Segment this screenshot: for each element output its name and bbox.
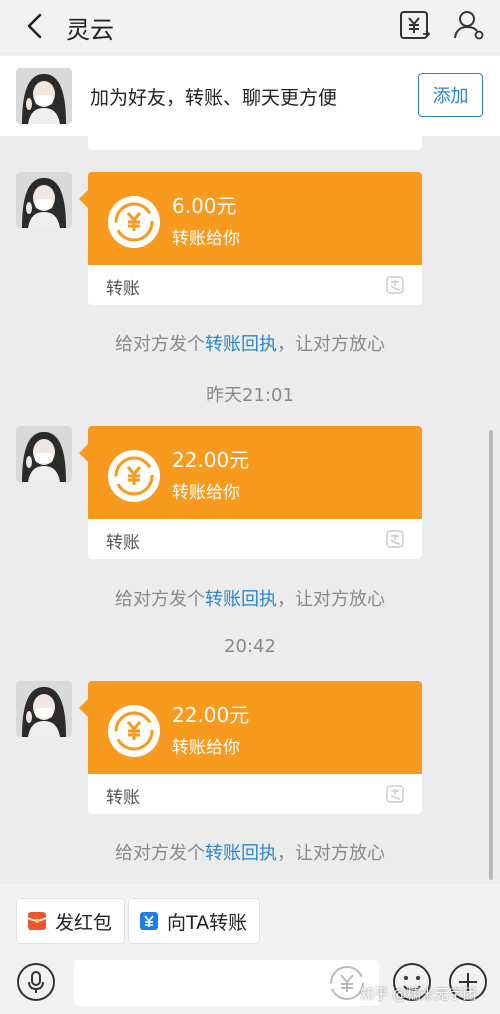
transfer-to-ta-button[interactable]: 向TA转账 [128, 898, 261, 944]
receipt-hint: 给对方发个转账回执，让对方放心 [115, 589, 385, 610]
red-packet-icon [27, 912, 47, 930]
yuan-transfer-icon [108, 196, 160, 248]
receipt-link[interactable]: 转账回执 [205, 843, 277, 864]
avatar[interactable] [16, 426, 72, 482]
transfer-subtitle: 转账给你 [172, 483, 240, 503]
card-header: 22.00元 转账给你 [79, 681, 422, 774]
banner-text: 加为好友，转账、聊天更方便 [90, 87, 338, 109]
alipay-logo-icon [386, 785, 404, 803]
add-friend-banner: 加为好友，转账、聊天更方便 添加 [0, 56, 500, 136]
yuan-transfer-icon [400, 11, 431, 39]
receipt-link[interactable]: 转账回执 [205, 589, 277, 610]
page-title: 灵云 [66, 16, 114, 44]
avatar[interactable] [16, 172, 72, 228]
avatar[interactable] [16, 68, 72, 124]
transfer-subtitle: 转账给你 [172, 229, 240, 249]
microphone-icon [17, 963, 55, 1001]
alipay-logo-icon [386, 530, 404, 548]
transfer-amount: 22.00元 [172, 448, 250, 472]
chat-header: 灵云 [0, 0, 500, 52]
voice-button[interactable] [16, 962, 56, 1002]
back-button[interactable] [20, 12, 48, 40]
transfer-message-card[interactable]: 22.00元 转账给你 转账 [79, 681, 422, 814]
transfer-message-card[interactable]: 6.00元 转账给你 转账 [79, 172, 422, 305]
card-footer: 转账 [88, 265, 422, 305]
receipt-hint: 给对方发个转账回执，让对方放心 [115, 334, 385, 355]
card-footer: 转账 [88, 774, 422, 814]
transfer-button[interactable] [398, 8, 432, 42]
transfer-message-card[interactable]: 22.00元 转账给你 转账 [79, 426, 422, 559]
chevron-left-icon [27, 13, 42, 39]
transfer-amount: 6.00元 [172, 194, 237, 218]
alipay-logo-icon [386, 276, 404, 294]
person-icon [454, 11, 484, 40]
card-footer: 转账 [88, 519, 422, 559]
red-packet-label: 发红包 [55, 911, 113, 934]
profile-button[interactable] [452, 8, 486, 42]
watermark: 知乎 @糯米无字团 [360, 987, 477, 1003]
scrollbar[interactable] [489, 430, 493, 880]
add-friend-button[interactable]: 添加 [418, 73, 483, 117]
previous-message-card [88, 136, 422, 150]
transfer-subtitle: 转账给你 [172, 738, 240, 758]
timestamp: 昨天21:01 [206, 385, 294, 406]
yuan-transfer-icon [140, 912, 158, 930]
card-header: 6.00元 转账给你 [79, 172, 422, 265]
timestamp: 20:42 [224, 636, 276, 657]
transfer-to-ta-label: 向TA转账 [167, 911, 248, 934]
receipt-link[interactable]: 转账回执 [205, 334, 277, 355]
yuan-transfer-icon [108, 705, 160, 757]
card-header: 22.00元 转账给你 [79, 426, 422, 519]
transfer-type-label: 转账 [106, 788, 140, 808]
transfer-type-label: 转账 [106, 533, 140, 553]
transfer-amount: 22.00元 [172, 703, 250, 727]
avatar[interactable] [16, 681, 72, 737]
transfer-type-label: 转账 [106, 279, 140, 299]
red-packet-button[interactable]: 发红包 [16, 898, 126, 944]
quick-action-bar: 发红包 向TA转账 [0, 884, 500, 954]
yuan-transfer-icon [108, 450, 160, 502]
receipt-hint: 给对方发个转账回执，让对方放心 [115, 843, 385, 864]
